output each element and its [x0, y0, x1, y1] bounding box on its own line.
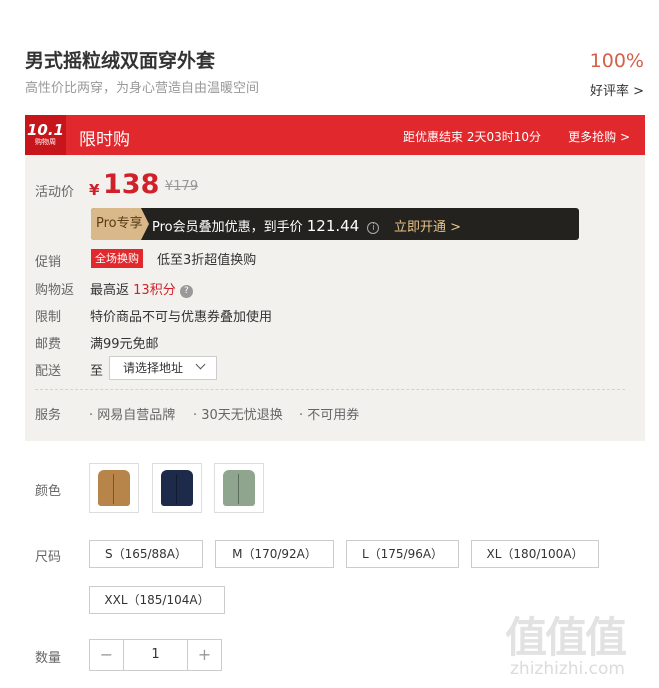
product-subtitle: 高性价比两穿，为身心营造自由温暖空间 — [25, 81, 260, 96]
chevron-down-icon — [195, 359, 206, 370]
rating-link[interactable]: 好评率 > — [590, 80, 644, 99]
flash-sale-bar: 10.1 购物周 限时购 距优惠结束 2天03时10分 更多抢购 > — [25, 115, 645, 155]
size-option-xxl[interactable]: XXL（185/104A） — [89, 586, 225, 614]
sale-countdown: 距优惠结束 2天03时10分 — [403, 130, 541, 144]
quantity-input[interactable]: 1 — [123, 640, 188, 670]
rebate-value: 最高返 13积分 ? — [90, 279, 193, 298]
pro-member-banner[interactable]: Pro专享 Pro会员叠加优惠，到手价 121.44 i 立即开通 > — [91, 208, 579, 240]
postage-label: 邮费 — [35, 337, 62, 352]
size-option-m[interactable]: M（170/92A） — [215, 540, 334, 568]
postage-text: 满99元免邮 — [90, 337, 159, 352]
quantity-label: 数量 — [35, 651, 62, 666]
price-panel: 活动价 ¥ 138 ¥179 Pro专享 Pro会员叠加优惠，到手价 121.4… — [25, 155, 645, 441]
service-item: · 不可用券 — [299, 408, 360, 423]
promo-badge[interactable]: 全场换购 — [91, 249, 143, 268]
jacket-icon — [161, 470, 193, 506]
logo-caption: 购物周 — [35, 138, 56, 146]
service-label: 服务 — [35, 408, 62, 423]
jacket-icon — [98, 470, 130, 506]
pro-tag: Pro专享 — [91, 208, 149, 240]
price-currency: ¥ — [89, 181, 100, 199]
sale-price: 138 — [103, 169, 160, 200]
pro-price: 121.44 — [306, 217, 360, 235]
rating-percentage: 100% — [589, 50, 644, 72]
delivery-label: 配送 — [35, 364, 62, 379]
address-select-label: 请选择地址 — [123, 361, 184, 375]
logo-number: 10.1 — [26, 121, 64, 139]
size-label: 尺码 — [35, 550, 62, 565]
size-option-s[interactable]: S（165/88A） — [89, 540, 203, 568]
rebate-points: 13积分 — [133, 283, 176, 298]
more-deals-link[interactable]: 更多抢购 > — [568, 128, 630, 145]
size-option-l[interactable]: L（175/96A） — [346, 540, 459, 568]
help-icon[interactable]: ? — [179, 285, 193, 298]
limit-label: 限制 — [35, 310, 62, 325]
watermark-url: zhizhizhi.com — [510, 659, 625, 679]
jacket-icon — [223, 470, 255, 506]
pro-open-link[interactable]: 立即开通 > — [394, 216, 461, 235]
address-select[interactable]: 请选择地址 — [109, 356, 217, 380]
limit-text: 特价商品不可与优惠券叠加使用 — [90, 310, 273, 325]
info-icon[interactable]: i — [367, 222, 380, 234]
price-label: 活动价 — [35, 185, 75, 200]
color-swatch-sage[interactable] — [214, 463, 264, 513]
size-option-xl[interactable]: XL（180/100A） — [471, 540, 599, 568]
pro-offer-label: Pro会员叠加优惠，到手价 — [152, 220, 303, 235]
color-swatch-tan[interactable] — [89, 463, 139, 513]
quantity-stepper: − 1 + — [89, 639, 222, 671]
original-price: ¥179 — [165, 179, 199, 194]
service-item: · 30天无忧退换 — [193, 408, 283, 423]
rebate-prefix: 最高返 — [90, 283, 130, 298]
delivery-to: 至 — [90, 364, 104, 379]
pro-offer-text: Pro会员叠加优惠，到手价 121.44 i — [152, 216, 380, 235]
divider — [35, 389, 625, 390]
color-swatch-navy[interactable] — [152, 463, 202, 513]
promo-label: 促销 — [35, 255, 62, 270]
watermark-logo: 值值值 — [505, 613, 627, 662]
promo-text: 低至3折超值换购 — [157, 253, 257, 268]
minus-button[interactable]: − — [90, 640, 123, 670]
service-item: · 网易自营品牌 — [89, 408, 176, 423]
product-title: 男式摇粒绒双面穿外套 — [25, 50, 216, 72]
shopping-week-logo: 10.1 购物周 — [25, 115, 66, 155]
rebate-label: 购物返 — [35, 283, 75, 298]
plus-button[interactable]: + — [188, 640, 221, 670]
flash-sale-title: 限时购 — [79, 130, 130, 150]
color-label: 颜色 — [35, 484, 62, 499]
